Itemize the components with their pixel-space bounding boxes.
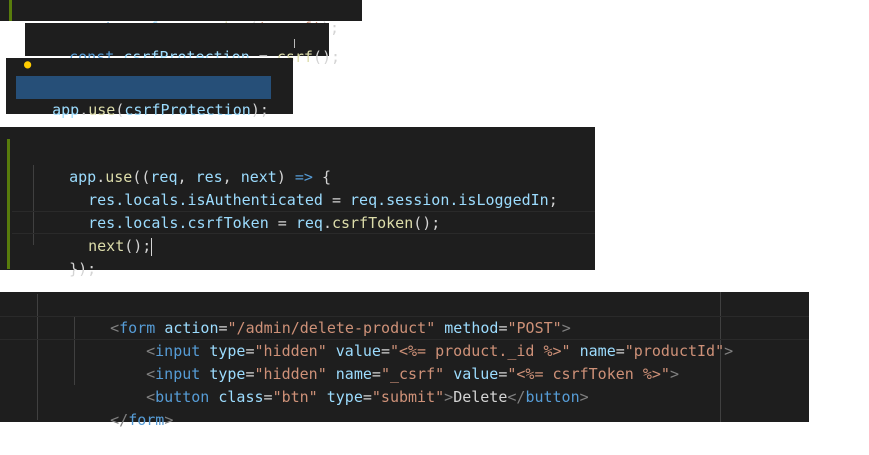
text-cursor-ibeam — [294, 39, 295, 48]
code-line: <input type="hidden" value="<%= product.… — [146, 342, 734, 360]
code-snippet-app-use-csrf: ) ● app.use(csrfProtection); — [6, 57, 293, 119]
code-line: res.locals.csrfToken = req.csrfToken(); — [88, 214, 441, 232]
code-line: const csrf = require('csurf'); — [68, 19, 340, 37]
code-line: <input type="hidden" name="_csrf" value=… — [146, 365, 679, 383]
code-snippet-delete-form: <form action="/admin/delete-product" met… — [0, 292, 809, 429]
gutter-change-bar — [7, 139, 10, 269]
code-line: }); — [69, 260, 97, 278]
code-snippet-middleware: app.use((req, res, next) => { res.locals… — [0, 127, 595, 278]
lightbulb-icon[interactable]: ● — [24, 57, 31, 71]
code-line: <button class="btn" type="submit">Delete… — [146, 388, 589, 406]
selected-code-line[interactable]: app.use(csrfProtection); — [16, 76, 271, 119]
code-line: </form> — [110, 411, 174, 429]
code-line: res.locals.isAuthenticated = req.session… — [88, 191, 558, 209]
code-line: app.use((req, res, next) => { — [69, 168, 332, 186]
code-snippet-require: const csrf = require('csurf'); — [0, 0, 362, 37]
code-line-active[interactable]: next(); — [52, 212, 153, 256]
indent-guide — [37, 294, 38, 420]
code-snippet-csrf-protection: const csrfProtection = csrf(); — [25, 23, 340, 66]
call-parens: (); — [312, 48, 341, 66]
code-line: <form action="/admin/delete-product" met… — [110, 319, 571, 337]
code-line: ) — [16, 53, 61, 96]
text-cursor — [151, 237, 153, 256]
gutter-change-bar — [9, 0, 12, 21]
